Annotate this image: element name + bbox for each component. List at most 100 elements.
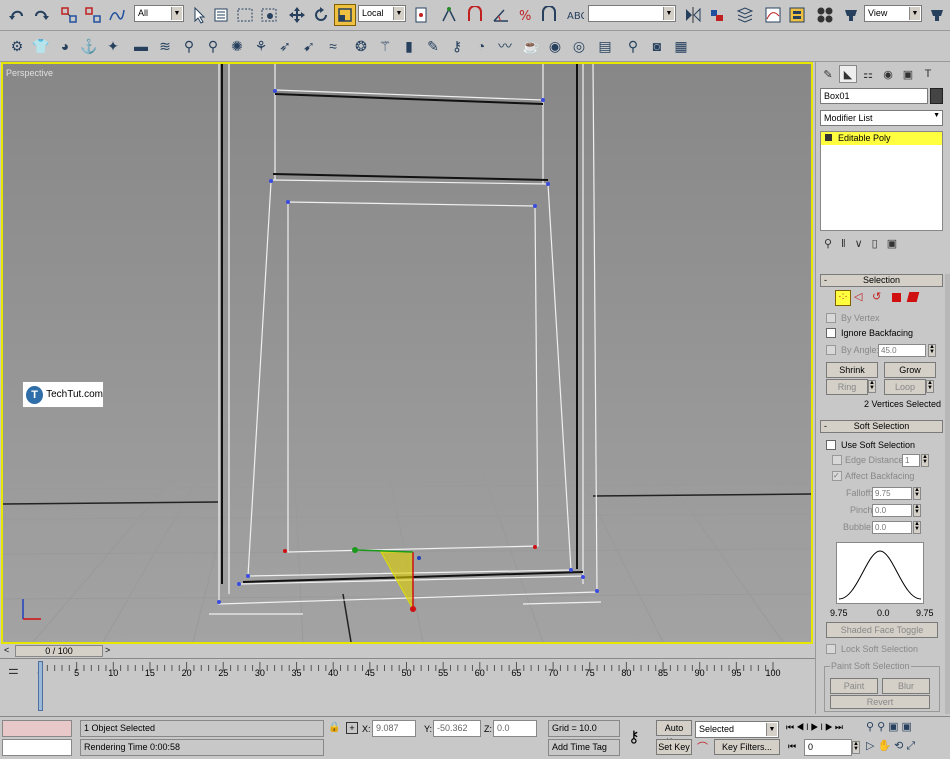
fracture-object-icon[interactable]: 〰 — [494, 35, 516, 57]
panel-scrollbar[interactable] — [945, 274, 950, 714]
wind-icon[interactable]: ✺ — [226, 35, 248, 57]
bubble-spinner-arrows[interactable]: ▲ ▼ — [913, 521, 921, 534]
time-cursor[interactable] — [38, 661, 43, 711]
revert-button[interactable]: Revert — [830, 695, 930, 709]
motion-tab-icon[interactable]: ◉ — [879, 65, 897, 83]
edge-distance-spinner-arrows[interactable]: ▲ ▼ — [921, 454, 929, 467]
time-next-icon[interactable]: > — [105, 645, 110, 655]
reference-coordinate-system-dropdown[interactable]: Local ▼ — [358, 5, 406, 22]
soft-body-collection-icon[interactable]: ◕ — [54, 35, 76, 57]
soft-selection-rollout-header[interactable]: - Soft Selection — [820, 420, 943, 433]
grow-button[interactable]: Grow — [884, 362, 936, 378]
vertex-mode-icon[interactable]: ·:· — [835, 290, 851, 306]
previous-frame-icon[interactable]: ◀ǀ — [796, 722, 810, 732]
edit-named-selection-icon[interactable]: ABC — [564, 4, 586, 26]
zoom-icon[interactable]: ⚲ — [866, 721, 877, 733]
hierarchy-tab-icon[interactable]: ⚏ — [859, 65, 877, 83]
spinner-snap-icon[interactable] — [538, 4, 560, 26]
make-unique-icon[interactable]: ∨ — [855, 238, 872, 250]
align-icon[interactable] — [706, 4, 728, 26]
use-soft-selection-checkbox[interactable] — [826, 440, 836, 450]
key-set-dropdown[interactable]: Selected ▼ — [695, 721, 779, 738]
modifier-stack-item[interactable]: Editable Poly — [821, 132, 942, 145]
selection-rollout-header[interactable]: - Selection — [820, 274, 943, 287]
window-crossing-icon[interactable] — [258, 4, 280, 26]
select-and-scale-icon[interactable] — [334, 4, 356, 26]
edge-mode-icon[interactable]: ◁ — [854, 290, 862, 303]
object-name-field[interactable]: Box01 — [820, 88, 928, 104]
utilities-tab-icon[interactable]: T — [919, 65, 937, 83]
create-tab-icon[interactable]: ✎ — [819, 65, 837, 83]
by-vertex-checkbox[interactable] — [826, 313, 836, 323]
default-in-out-tangents-icon[interactable]: ⌒ — [697, 739, 708, 755]
maximize-viewport-icon[interactable]: ⤢ — [906, 740, 918, 752]
rigid-body-collection-icon[interactable]: ⚙ — [6, 35, 28, 57]
angle-spinner-arrows[interactable]: ▲ ▼ — [928, 344, 936, 357]
motor-icon[interactable]: ⚲ — [202, 35, 224, 57]
modify-tab-icon[interactable]: ◣ — [839, 65, 857, 83]
cloth-collection-icon[interactable]: 👕 — [30, 35, 52, 57]
maxscript-input[interactable] — [2, 739, 72, 756]
ring-button[interactable]: Ring — [826, 379, 868, 395]
next-frame-icon[interactable]: ǀ▶ — [821, 722, 835, 732]
rope-collection-icon[interactable]: ⚓ — [78, 35, 100, 57]
edge-distance-checkbox[interactable] — [832, 455, 842, 465]
use-pivot-point-center-icon[interactable] — [410, 4, 432, 26]
pinch-spinner-arrows[interactable]: ▲ ▼ — [913, 504, 921, 517]
film-icon[interactable]: ▦ — [670, 35, 692, 57]
zoom-all-icon[interactable]: ⚲ — [877, 721, 888, 733]
point-to-path-icon[interactable]: ◔ — [470, 35, 492, 57]
absolute-mode-icon[interactable]: + — [346, 722, 358, 734]
perspective-viewport[interactable]: Perspective T TechTut.com — [1, 62, 813, 644]
x-coordinate-field[interactable]: 9.087 — [372, 720, 416, 737]
select-by-name-icon[interactable] — [210, 4, 232, 26]
named-selection-sets-dropdown[interactable]: ▼ — [588, 5, 676, 22]
deforming-mesh-icon[interactable]: ✦ — [102, 35, 124, 57]
hinge-icon[interactable]: ⚚ — [374, 35, 396, 57]
viewport-label[interactable]: Perspective — [6, 68, 53, 78]
open-property-editor-icon[interactable]: ◉ — [544, 35, 566, 57]
pinch-field[interactable]: 0.0 — [872, 504, 912, 517]
undo-icon[interactable] — [6, 4, 28, 26]
lock-soft-selection-checkbox[interactable] — [826, 644, 836, 654]
time-prev-icon[interactable]: < — [4, 645, 9, 655]
falloff-field[interactable]: 9.75 — [872, 487, 912, 500]
percent-snap-icon[interactable]: % — [514, 4, 536, 26]
curve-editor-icon[interactable] — [762, 4, 784, 26]
angle-spinner-field[interactable]: 45.0 — [878, 344, 926, 357]
selection-lock-icon[interactable]: 🔒 — [328, 722, 340, 733]
water-icon[interactable]: ➹ — [298, 35, 320, 57]
snaps-toggle-icon[interactable] — [464, 4, 486, 26]
goto-end-icon[interactable]: ⏭ — [835, 722, 845, 732]
key-filters-button[interactable]: Key Filters... — [714, 739, 780, 755]
rectangular-selection-region-icon[interactable] — [234, 4, 256, 26]
pin-stack-icon[interactable]: ⚲ — [824, 238, 841, 250]
dashpot-icon[interactable]: ⚲ — [178, 35, 200, 57]
bind-to-space-warp-icon[interactable] — [106, 4, 128, 26]
analyze-world-icon[interactable]: ▤ — [594, 35, 616, 57]
select-and-rotate-icon[interactable] — [310, 4, 332, 26]
select-and-manipulate-icon[interactable] — [438, 4, 460, 26]
schematic-view-icon[interactable] — [786, 4, 808, 26]
unlink-selection-icon[interactable] — [82, 4, 104, 26]
bubble-field[interactable]: 0.0 — [872, 521, 912, 534]
set-key-button[interactable]: Set Key — [656, 739, 692, 755]
prismatic-icon[interactable]: ✎ — [422, 35, 444, 57]
render-scene-icon[interactable] — [840, 4, 862, 26]
current-frame-spinner-arrows[interactable]: ▲ ▼ — [852, 741, 860, 754]
select-object-icon[interactable] — [188, 4, 210, 26]
polygon-mode-icon[interactable] — [892, 293, 901, 302]
border-mode-icon[interactable]: ↺ — [872, 290, 881, 303]
toy-car-icon[interactable]: ⚘ — [250, 35, 272, 57]
goto-start-icon[interactable]: ⏮ — [786, 722, 796, 732]
z-coordinate-field[interactable]: 0.0 — [493, 720, 537, 737]
modifier-list-dropdown[interactable]: Modifier List ▼ — [820, 110, 943, 126]
show-end-result-icon[interactable]: ǁ — [841, 238, 855, 250]
mirror-icon[interactable] — [682, 4, 704, 26]
selection-filter-dropdown[interactable]: All ▼ — [134, 5, 184, 22]
shaded-face-toggle-button[interactable]: Shaded Face Toggle — [826, 622, 938, 638]
element-mode-icon[interactable] — [906, 292, 920, 302]
car-wheel-icon[interactable]: ⚷ — [446, 35, 468, 57]
loop-spinner-arrows[interactable]: ▲ ▼ — [926, 380, 934, 393]
configure-sets-icon[interactable]: ▣ — [887, 238, 906, 250]
